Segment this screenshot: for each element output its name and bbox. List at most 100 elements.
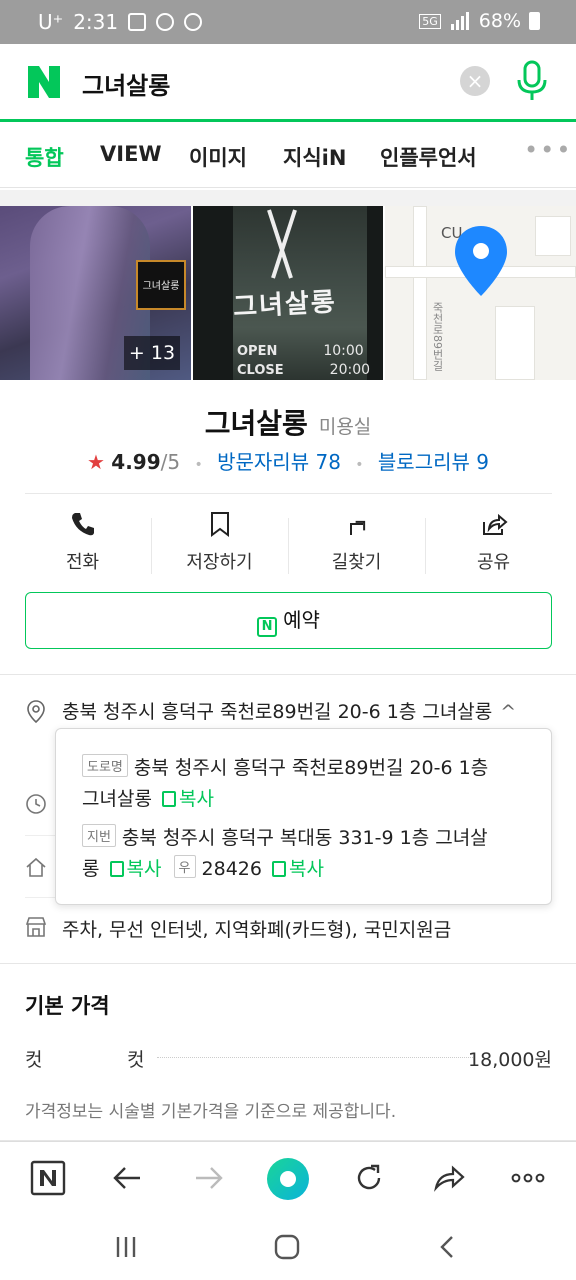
price-note: 가격정보는 시술별 기본가격을 기준으로 제공합니다. xyxy=(25,1102,397,1122)
microphone-icon[interactable] xyxy=(515,60,549,102)
lot-address-line2: 롱 복사 우 28426 복사 xyxy=(82,854,324,881)
blog-reviews-link[interactable]: 블로그리뷰 9 xyxy=(378,450,489,474)
place-category: 미용실 xyxy=(318,416,372,438)
map-road xyxy=(413,206,427,380)
store-hours-sign: OPEN 10:00 CLOSE 20:00 xyxy=(237,342,370,380)
door-frame xyxy=(193,206,233,380)
directions-icon xyxy=(349,520,365,535)
forward-icon[interactable] xyxy=(190,1160,226,1196)
visitor-reviews-link[interactable]: 방문자리뷰 78 xyxy=(217,450,341,474)
search-query[interactable]: 그녀살롱 xyxy=(82,66,170,101)
copy-label: 복사 xyxy=(289,858,324,880)
photo-count-badge[interactable]: + 13 xyxy=(124,336,180,370)
recent-apps-icon[interactable] xyxy=(112,1233,140,1261)
clock: 2:31 xyxy=(73,10,119,34)
directions-button[interactable]: 길찾기 xyxy=(288,510,425,574)
share-page-icon[interactable] xyxy=(431,1160,467,1196)
carrier-label: U⁺ xyxy=(38,10,64,34)
clear-search-button[interactable]: × xyxy=(460,66,490,96)
copy-lot-address-button[interactable]: 복사 xyxy=(109,858,162,880)
pinwheel-icon xyxy=(156,13,175,31)
divider xyxy=(0,674,576,675)
address-summary[interactable]: 충북 청주시 흥덕구 죽천로89번길 20-6 1층 그녀살롱 ^ xyxy=(62,697,516,724)
copy-icon xyxy=(161,791,176,807)
action-buttons: 전화 저장하기 길찾기 공유 xyxy=(0,510,576,578)
tab-knowledge-in[interactable]: 지식iN xyxy=(283,142,346,172)
home-icon xyxy=(26,857,46,877)
separator-dot: • xyxy=(194,457,203,473)
address-text: 충북 청주시 흥덕구 죽천로89번길 20-6 1층 그녀살롱 xyxy=(62,701,493,723)
salon-logo: 그녀살롱 xyxy=(136,260,186,310)
map-thumbnail[interactable]: CU 죽천로89번길 xyxy=(385,206,576,380)
copy-zip-button[interactable]: 복사 xyxy=(272,858,324,880)
chevron-up-icon[interactable]: ^ xyxy=(500,701,516,723)
back-button-icon[interactable] xyxy=(434,1233,462,1261)
location-pin-icon xyxy=(27,700,45,723)
close-time: 20:00 xyxy=(329,362,371,378)
dotted-leader xyxy=(157,1057,475,1058)
open-label: OPEN xyxy=(237,344,278,359)
call-button[interactable]: 전화 xyxy=(14,510,151,574)
store-icon xyxy=(25,917,47,937)
tab-view[interactable]: VIEW xyxy=(100,142,162,166)
map-building xyxy=(495,306,535,380)
naver-booking-icon: N xyxy=(257,617,278,637)
copy-icon xyxy=(272,861,287,877)
price-category: 컷 xyxy=(25,1049,43,1071)
rating-score: 4.99 xyxy=(111,450,161,474)
price-value: 18,000원 xyxy=(468,1049,552,1071)
search-tabs: 통합 VIEW 이미지 지식iN 인플루언서 ••• xyxy=(0,122,576,188)
storefront-sign: 그녀살롱 xyxy=(232,287,338,323)
clock-icon xyxy=(26,794,46,814)
naver-home-icon[interactable] xyxy=(30,1160,66,1196)
directions-label: 길찾기 xyxy=(331,552,382,573)
vpn-shield-icon xyxy=(184,13,203,31)
price-item-name: 컷 xyxy=(127,1049,145,1071)
star-icon: ★ xyxy=(87,450,105,474)
more-options-icon[interactable] xyxy=(510,1160,546,1196)
call-label: 전화 xyxy=(65,552,100,573)
home-button-icon[interactable] xyxy=(273,1233,301,1261)
place-name: 그녀살롱 xyxy=(204,407,308,440)
road-address-text: 충북 청주시 흥덕구 죽천로89번길 20-6 1층 xyxy=(133,757,489,779)
address-detail-popup: 도로명 충북 청주시 흥덕구 죽천로89번길 20-6 1층 그녀살롱 복사 지번… xyxy=(55,728,552,905)
share-button[interactable]: 공유 xyxy=(425,510,562,574)
system-navigation-bar xyxy=(0,1215,576,1280)
price-section-title: 기본 가격 xyxy=(25,994,110,1018)
browser-toolbar xyxy=(0,1141,576,1215)
save-label: 저장하기 xyxy=(186,552,253,573)
separator-dot: • xyxy=(355,457,364,473)
signal-icon xyxy=(450,12,469,30)
phone-icon xyxy=(71,513,94,536)
more-tabs-icon[interactable]: ••• xyxy=(524,136,572,164)
status-bar: U⁺ 2:31 5G 68% xyxy=(0,0,576,44)
share-label: 공유 xyxy=(476,552,511,573)
photo-hair[interactable]: 그녀살롱 + 13 xyxy=(0,206,191,380)
lot-address-tag: 지번 xyxy=(82,824,116,847)
tab-integrated[interactable]: 통합 xyxy=(25,142,64,172)
tab-images[interactable]: 이미지 xyxy=(189,142,247,172)
open-time: 10:00 xyxy=(323,343,364,359)
naver-logo-icon[interactable] xyxy=(26,64,62,100)
save-button[interactable]: 저장하기 xyxy=(151,510,288,574)
back-icon[interactable] xyxy=(110,1160,146,1196)
tab-influencer[interactable]: 인플루언서 xyxy=(380,142,477,172)
lot-address-line: 지번 충북 청주시 흥덕구 복대동 331-9 1층 그녀살 xyxy=(82,823,488,850)
map-pin-icon xyxy=(455,226,507,296)
road-address-text2: 그녀살롱 xyxy=(82,788,152,810)
photo-storefront[interactable]: 그녀살롱 OPEN 10:00 CLOSE 20:00 xyxy=(193,206,383,380)
refresh-icon[interactable] xyxy=(351,1160,387,1196)
map-road-label: 죽천로89번길 xyxy=(431,302,444,371)
greendot-button[interactable] xyxy=(267,1158,309,1200)
reserve-button[interactable]: N 예약 xyxy=(25,592,552,649)
network-5g-badge: 5G xyxy=(419,13,441,29)
scissors-icon xyxy=(267,209,297,279)
share-icon xyxy=(482,513,508,535)
copy-road-address-button[interactable]: 복사 xyxy=(161,788,214,810)
facilities-text: 주차, 무선 인터넷, 지역화폐(카드형), 국민지원금 xyxy=(62,919,452,941)
road-address-tag: 도로명 xyxy=(82,754,128,777)
photo-strip: 그녀살롱 + 13 그녀살롱 OPEN 10:00 CLOSE 20:00 CU 죽… xyxy=(0,206,576,380)
close-label: CLOSE xyxy=(237,363,284,378)
gallery-icon xyxy=(128,13,147,31)
rating-row: ★ 4.99/5 • 방문자리뷰 78 • 블로그리뷰 9 xyxy=(0,446,576,475)
